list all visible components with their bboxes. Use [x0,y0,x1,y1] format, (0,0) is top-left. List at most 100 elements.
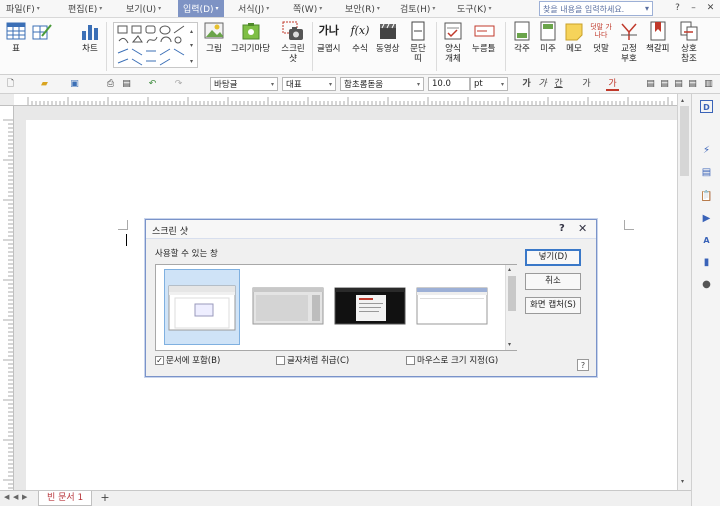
chevron-down-icon[interactable]: ▾ [645,4,649,13]
menu-edit[interactable]: 편집(E) ▾ [68,2,102,15]
close-button[interactable]: ✕ [704,2,717,15]
window-thumbnail[interactable] [416,287,488,325]
vertical-scrollbar[interactable]: ▴ ▾ [677,94,691,490]
menu-file[interactable]: 파일(F) ▾ [6,2,40,15]
align-left-icon[interactable]: ▤ [644,78,657,91]
cancel-button[interactable]: 취소 [525,273,581,290]
divider [312,22,313,71]
glyph-button[interactable]: 가나 글맵시 [317,20,340,54]
horizontal-ruler[interactable] [14,94,677,106]
window-thumbnail[interactable] [334,287,406,325]
chart-button[interactable]: 차트 [79,20,101,54]
lightning-icon[interactable]: ⚡ [700,144,713,157]
open-folder-icon[interactable]: ▰ [38,78,51,91]
screen-capture-button[interactable]: 화면 캡처(S) [525,297,581,314]
print-preview-icon[interactable]: ▤ [120,78,133,91]
bookmark-button[interactable]: 책갈피 [646,20,669,54]
tab-document-1[interactable]: 빈 문서 1 [38,491,93,506]
font-name-select[interactable]: 함초롬돋움 ▾ [340,77,424,91]
overlap-text-button[interactable]: 덧말 가나다 덧말 [590,20,612,54]
clipboard-icon[interactable]: 📋 [700,190,713,203]
dialog-close-button[interactable]: ✕ [578,222,587,235]
treat-as-char-checkbox[interactable]: 글자처럼 취급(C) [276,354,349,366]
minimize-button[interactable]: – [687,2,700,15]
menu-page[interactable]: 쪽(W) ▾ [293,2,322,15]
help-button[interactable]: ? [671,2,684,15]
save-icon[interactable]: ▣ [68,78,81,91]
menu-format[interactable]: 서식(J) ▾ [238,2,269,15]
vertical-ruler[interactable] [0,106,14,490]
line-spacing-icon[interactable]: ▥ [702,78,715,91]
paragraph-band-button[interactable]: 문단 띠 [407,20,429,64]
checkbox-checked-icon[interactable]: ✓ [155,355,164,365]
font-size-input[interactable]: 10.0 [428,77,470,91]
picture-button[interactable]: 그림 [203,20,225,54]
video-button[interactable]: 동영상 [376,20,399,54]
scroll-thumb[interactable] [508,276,516,311]
menu-review[interactable]: 검토(H) ▾ [400,2,435,15]
align-center-icon[interactable]: ▤ [658,78,671,91]
menu-tools[interactable]: 도구(K) ▾ [457,2,492,15]
font-unit-select[interactable]: pt ▾ [470,77,508,91]
next-tab-icon[interactable]: ▶ [22,493,27,501]
footnote-button[interactable]: 각주 [511,20,533,54]
undo-icon[interactable]: ↶ [146,78,159,91]
checkbox-icon[interactable] [276,355,285,365]
underline-button[interactable]: 간 [552,78,565,91]
style-select[interactable]: 바탕글 ▾ [210,77,278,91]
scroll-down-icon[interactable]: ▾ [508,341,511,348]
table-button[interactable]: 표 [5,20,27,54]
redo-icon[interactable]: ↷ [172,78,185,91]
window-thumbnail-list[interactable]: ▴ ▾ [155,264,517,351]
bold-button[interactable]: 가 [520,78,533,91]
print-icon[interactable]: ⎙ [104,78,117,91]
include-in-document-checkbox[interactable]: ✓ 문서에 포함(B) [155,354,220,366]
search-input[interactable]: 찾을 내용을 입력하세요. ▾ [539,1,653,16]
user-icon[interactable]: ● [700,278,713,291]
screenshot-button[interactable]: 스크린 샷 [278,20,308,64]
form-object-button[interactable]: 양식 개체 [441,20,465,64]
menu-security[interactable]: 보안(R) ▾ [345,2,380,15]
scroll-thumb[interactable] [680,106,689,176]
endnote-button[interactable]: 미주 [537,20,559,54]
shapes-gallery[interactable]: ▴ ▾ ▾ [113,22,198,68]
align-right-icon[interactable]: ▤ [672,78,685,91]
align-justify-icon[interactable]: ▤ [686,78,699,91]
window-thumbnail[interactable] [252,287,324,325]
dialog-title-bar[interactable]: 스크린 샷 ? ✕ [146,220,596,239]
click-field-button[interactable]: 누름틀 [472,20,495,54]
svg-text:▾: ▾ [190,42,193,49]
strikethrough-button[interactable]: 가 [580,78,593,91]
prev-tab-icon[interactable]: ◀ [13,493,18,501]
dialog-small-help-button[interactable]: ? [577,359,589,371]
style-a-icon[interactable]: A [700,234,713,247]
proof-marks-button[interactable]: 교정 부호 [618,20,640,64]
play-icon[interactable]: ▶ [700,212,713,225]
scroll-up-icon[interactable]: ▴ [681,97,684,104]
bookmark-side-icon[interactable]: ▮ [700,256,713,269]
memo-button[interactable]: 메모 [563,20,585,54]
camera-icon [282,20,304,42]
add-tab-button[interactable]: + [98,491,112,506]
cross-reference-button[interactable]: 상호 참조 [677,20,701,64]
table-edit-button[interactable] [31,22,53,46]
first-tab-icon[interactable]: ◀ [4,493,9,501]
scroll-up-icon[interactable]: ▴ [508,266,511,273]
font-color-button[interactable]: 가 [606,78,619,91]
insert-button[interactable]: 넣기(D) [525,249,581,266]
drawing-market-button[interactable]: 그리기마당 [231,20,270,54]
font-language-select[interactable]: 대표 ▾ [282,77,336,91]
window-thumbnail[interactable] [164,269,240,345]
page-list-icon[interactable]: ▤ [700,166,713,179]
italic-button[interactable]: 가 [536,78,549,91]
dialog-help-button[interactable]: ? [559,223,565,234]
checkbox-icon[interactable] [406,355,415,365]
menu-insert[interactable]: 입력(D) ▾ [178,0,224,17]
scroll-down-icon[interactable]: ▾ [681,478,684,485]
formula-button[interactable]: f(x) 수식 [349,20,371,54]
thumbnail-scrollbar[interactable]: ▴ ▾ [505,265,517,350]
mouse-size-checkbox[interactable]: 마우스로 크기 지정(G) [406,354,498,366]
side-d-icon[interactable]: D [700,100,713,113]
new-document-icon[interactable]: 🗋 [4,78,17,91]
menu-view[interactable]: 보기(U) ▾ [126,2,161,15]
